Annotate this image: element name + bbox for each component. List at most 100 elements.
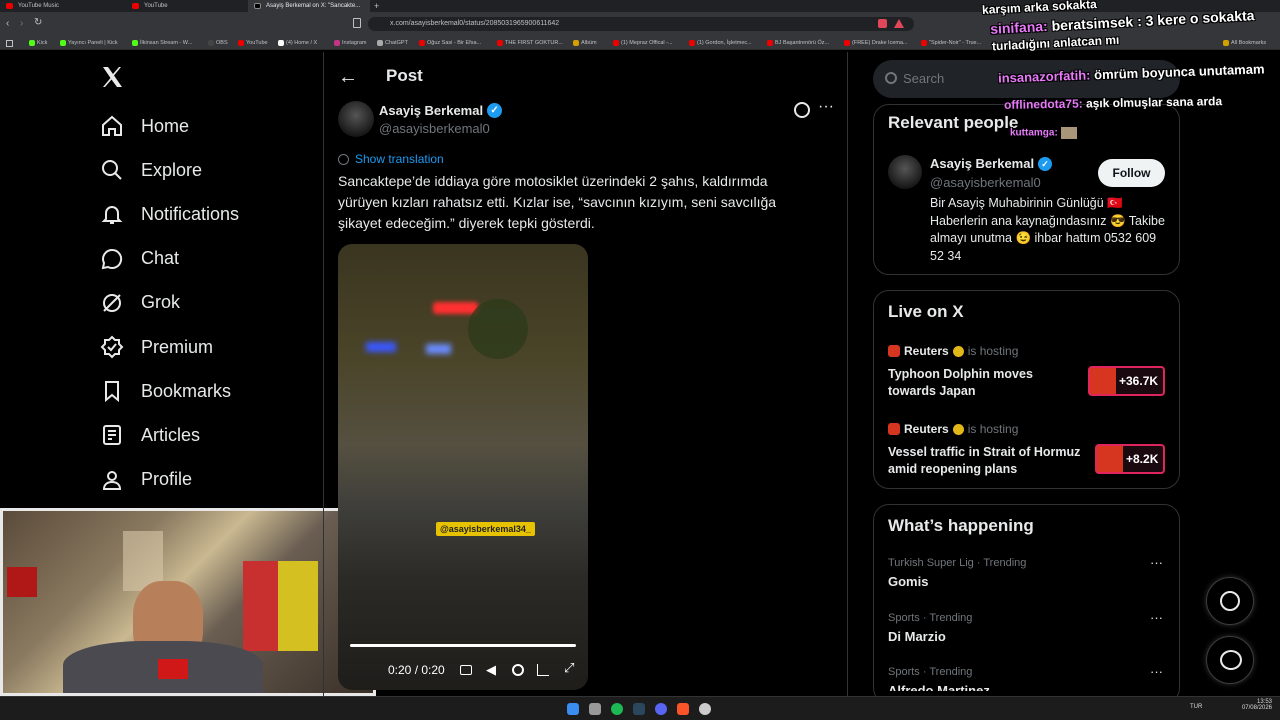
nav-item-label: Home	[141, 115, 190, 136]
nav-item-label: Articles	[141, 424, 201, 445]
bookmark-item[interactable]: Kick	[28, 36, 47, 50]
live-host-row[interactable]: Reuters is hosting	[888, 344, 1018, 358]
trend-meta: Sports · Trending	[888, 611, 973, 624]
forward-icon[interactable]: ›	[20, 18, 23, 29]
nav-item-articles[interactable]: Articles	[100, 420, 200, 450]
apps-icon[interactable]	[6, 40, 13, 47]
avatar[interactable]	[888, 155, 922, 189]
gold-verified-icon	[952, 345, 964, 357]
tab-label: YouTube	[144, 3, 168, 9]
bookmark-item[interactable]: All Bookmarks	[1222, 36, 1266, 50]
bookmark-item[interactable]: OBS	[207, 36, 228, 50]
back-arrow-icon[interactable]: ←	[338, 66, 358, 89]
live-item-title[interactable]: Typhoon Dolphin moves towards Japan	[888, 366, 1078, 400]
bookmark-item[interactable]: Albüm	[572, 36, 597, 50]
tab-label: Asayiş Berkemal on X: "Sancakte...	[266, 3, 361, 9]
nav-item-bookmarks[interactable]: Bookmarks	[100, 376, 231, 406]
fullscreen-icon[interactable]: ⤢	[564, 660, 574, 676]
webcam-overlay	[0, 508, 376, 696]
reload-icon[interactable]: ↻	[34, 17, 42, 28]
clock[interactable]: 13:53 07/08/2026	[1238, 699, 1272, 711]
bookmark-item[interactable]: (FREE) Drake Icema...	[843, 36, 908, 50]
trend-topic[interactable]: Di Marzio	[888, 629, 946, 644]
video-progress-bar[interactable]	[350, 644, 576, 647]
nav-item-home[interactable]: Home	[100, 111, 189, 141]
bookmark-item[interactable]: ChatGPT	[376, 36, 408, 50]
nav-item-explore[interactable]: Explore	[100, 155, 202, 185]
settings-gear-icon[interactable]	[512, 664, 524, 676]
bookmark-item[interactable]: (1) Gordon, İşletmec...	[688, 36, 752, 50]
bookmark-item[interactable]: THE FIRST GOKTUR...	[496, 36, 563, 50]
windows-start-icon[interactable]	[567, 703, 579, 715]
browser-tab[interactable]: YouTube	[126, 0, 248, 12]
x-logo-icon[interactable]	[100, 65, 124, 94]
show-translation-label: Show translation	[355, 152, 444, 166]
more-options-icon[interactable]: ···	[1150, 555, 1163, 570]
relevant-handle[interactable]: @asayisberkemal0	[930, 175, 1041, 190]
grok-icon[interactable]	[794, 102, 810, 118]
task-view-icon[interactable]	[589, 703, 601, 715]
url-field[interactable]: x.com/asayisberkemal0/status/20850319659…	[368, 17, 914, 31]
live-item-title[interactable]: Vessel traffic in Strait of Hormuz amid …	[888, 444, 1088, 478]
messages-fab[interactable]	[1206, 636, 1254, 684]
wall-poster	[7, 567, 37, 597]
live-host-name[interactable]: Reuters	[904, 422, 949, 436]
author-name-row[interactable]: Asayiş Berkemal ✓	[379, 103, 503, 118]
captions-icon[interactable]	[460, 665, 472, 675]
brave-rewards-icon[interactable]	[894, 19, 904, 28]
chat-bubble-icon	[101, 248, 123, 269]
bookmark-item[interactable]: (1) Mepraz Offical -...	[612, 36, 673, 50]
brave-shield-icon[interactable]	[878, 19, 887, 28]
author-handle[interactable]: @asayisberkemal0	[379, 121, 490, 136]
live-listeners-pill[interactable]: +8.2K	[1095, 444, 1165, 474]
more-options-icon[interactable]: ···	[1150, 664, 1163, 679]
steam-icon[interactable]	[633, 703, 645, 715]
nav-item-chat[interactable]: Chat	[100, 244, 179, 274]
live-listeners-pill[interactable]: +36.7K	[1088, 366, 1165, 396]
volume-icon[interactable]: ◀	[486, 662, 496, 678]
avatar[interactable]	[338, 101, 374, 137]
author-name[interactable]: Asayiş Berkemal	[379, 103, 483, 118]
live-host-row[interactable]: Reuters is hosting	[888, 422, 1018, 436]
language-indicator[interactable]: TUR	[1190, 704, 1202, 710]
bookmark-item[interactable]: "Spider-Noir" - True...	[920, 36, 981, 50]
bookmark-item[interactable]: İlkinsan Stream - W...	[131, 36, 192, 50]
new-tab-button[interactable]: +	[374, 0, 379, 12]
verified-badge-icon: ✓	[487, 103, 503, 118]
back-icon[interactable]: ‹	[6, 18, 9, 29]
bookmark-page-icon[interactable]	[353, 18, 361, 28]
nav-item-profile[interactable]: Profile	[100, 465, 192, 495]
picture-in-picture-icon[interactable]	[537, 664, 549, 676]
brave-browser-icon[interactable]	[677, 703, 689, 715]
page-title: Post	[386, 66, 423, 85]
more-options-icon[interactable]: ···	[1150, 610, 1163, 625]
bookmark-item[interactable]: (4) Home / X	[277, 36, 317, 50]
follow-button[interactable]: Follow	[1098, 159, 1165, 187]
bookmark-item[interactable]: Instagram	[333, 36, 366, 50]
browser-tab[interactable]: YouTube Music	[0, 0, 126, 12]
bookmark-item[interactable]: Oğuz Sasi - Bir Efsa...	[418, 36, 481, 50]
relevant-name[interactable]: Asayiş Berkemal	[930, 156, 1034, 171]
nav-item-grok[interactable]: Grok	[100, 288, 180, 318]
trend-topic[interactable]: Alfredo Martinez	[888, 683, 990, 691]
discord-icon[interactable]	[655, 703, 667, 715]
obs-icon[interactable]	[699, 703, 711, 715]
more-options-icon[interactable]: ···	[818, 98, 834, 116]
live-title: Live on X	[888, 302, 964, 321]
live-host-name[interactable]: Reuters	[904, 344, 949, 358]
spotify-icon[interactable]	[611, 703, 623, 715]
browser-tab-active[interactable]: Asayiş Berkemal on X: "Sancakte...	[248, 0, 370, 12]
nav-item-notifications[interactable]: Notifications	[100, 199, 239, 229]
show-translation-link[interactable]: Show translation	[338, 152, 444, 166]
trend-topic[interactable]: Gomis	[888, 574, 928, 589]
police-light-red	[433, 302, 478, 314]
video-player[interactable]: @asayisberkemal34_ 0:20 / 0:20 ◀ ⤢	[338, 244, 588, 690]
grok-fab[interactable]	[1206, 577, 1254, 625]
relevant-name-row[interactable]: Asayiş Berkemal ✓	[930, 156, 1053, 171]
nav-item-label: Notifications	[141, 203, 240, 224]
bookmark-item[interactable]: Yayıncı Paneli | Kick	[59, 36, 118, 50]
bookmark-item[interactable]: YouTube	[237, 36, 268, 50]
bookmark-item[interactable]: BJ Başantrenörü Öz...	[766, 36, 829, 50]
article-icon	[103, 425, 121, 446]
nav-item-premium[interactable]: Premium	[100, 332, 213, 362]
